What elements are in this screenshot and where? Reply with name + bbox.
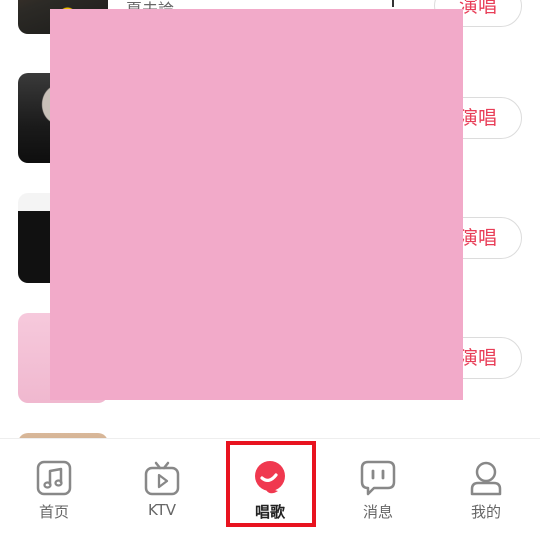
- tab-messages-label: 消息: [362, 503, 393, 521]
- tab-messages[interactable]: 消息: [324, 439, 432, 541]
- message-icon: [360, 460, 396, 496]
- music-note-icon: [36, 460, 72, 496]
- scroll-indicator: [392, 0, 394, 7]
- tab-profile-label: 我的: [470, 503, 501, 521]
- tab-ktv[interactable]: KTV: [108, 439, 216, 541]
- profile-icon: [470, 461, 502, 496]
- tab-home-label: 首页: [38, 503, 69, 521]
- tv-play-icon: [144, 461, 180, 496]
- pink-overlay: [50, 9, 463, 400]
- tab-ktv-label: KTV: [147, 501, 177, 519]
- highlight-box: [226, 441, 316, 527]
- tab-home[interactable]: 首页: [0, 439, 108, 541]
- tab-profile[interactable]: 我的: [432, 439, 540, 541]
